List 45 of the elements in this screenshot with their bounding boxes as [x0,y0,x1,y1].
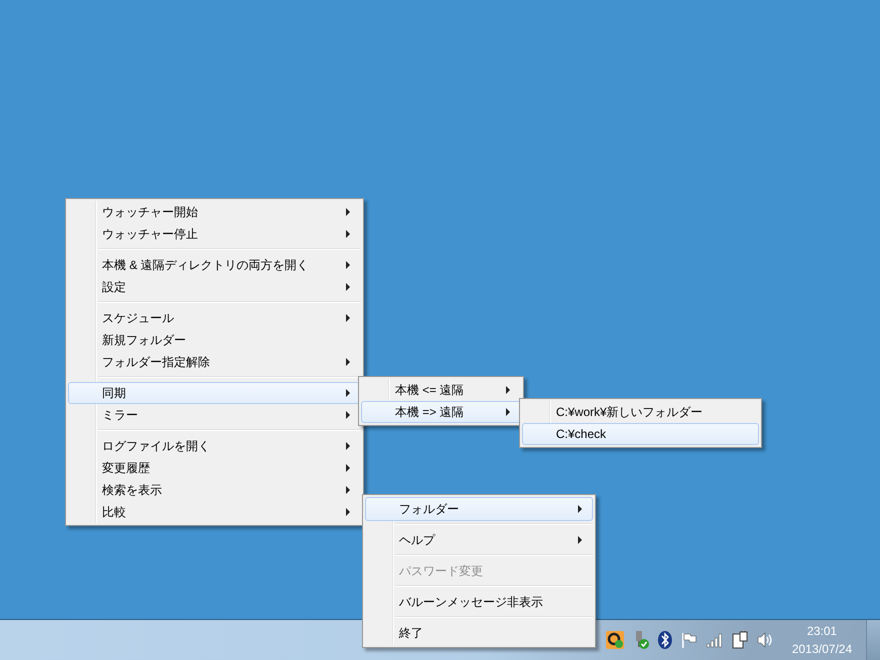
menu-item[interactable]: フォルダー指定解除 [68,351,361,373]
submenu-arrow-icon [346,389,350,397]
menu-item[interactable]: フォルダー [365,497,593,521]
submenu-arrow-icon [346,358,350,366]
menu-item[interactable]: ヘルプ [365,528,593,552]
submenu-arrow-icon [578,505,582,513]
submenu-arrow-icon [346,442,350,450]
submenu-arrow-icon [346,464,350,472]
submenu-arrow-icon [346,230,350,238]
menu-item[interactable]: 本機 <= 遠隔 [361,379,521,401]
menu-item[interactable]: スケジュール [68,307,361,329]
menu-item[interactable]: ウォッチャー停止 [68,223,361,245]
submenu-arrow-icon [506,408,510,416]
menu-item[interactable]: ログファイルを開く [68,435,361,457]
flag-icon[interactable] [680,631,698,649]
menu-item[interactable]: 終了 [365,621,593,645]
speaker-icon[interactable] [756,631,774,649]
menu-item[interactable]: ミラー [68,404,361,426]
submenu-arrow-icon [346,283,350,291]
menu-item[interactable]: 変更履歴 [68,457,361,479]
submenu-arrow-icon [346,508,350,516]
submenu-arrow-icon [346,208,350,216]
clock-time: 23:01 [806,623,837,640]
menu-item[interactable]: C:¥check [522,423,759,445]
menu-item[interactable]: 比較 [68,501,361,523]
bluetooth-icon[interactable] [658,631,672,649]
menu-item[interactable]: C:¥work¥新しいフォルダー [522,401,759,423]
menu-item[interactable]: 検索を表示 [68,479,361,501]
clock-date: 2013/07/24 [792,641,852,658]
menu-item[interactable]: 設定 [68,276,361,298]
power-plug-icon[interactable] [732,631,748,649]
submenu-arrow-icon [346,314,350,322]
tray-app-icon[interactable] [606,631,624,649]
submenu-arrow-icon [346,411,350,419]
menu-item[interactable]: 本機 => 遠隔 [361,401,521,423]
signal-icon[interactable] [706,632,724,648]
submenu-arrow-icon [578,536,582,544]
menu-item[interactable]: 本機 & 遠隔ディレクトリの両方を開く [68,254,361,276]
menu-item[interactable]: 新規フォルダー [68,329,361,351]
menu-item[interactable]: ウォッチャー開始 [68,201,361,223]
submenu-arrow-icon [346,261,350,269]
menu-item[interactable]: 同期 [68,382,361,404]
submenu-arrow-icon [506,386,510,394]
submenu-arrow-icon [346,486,350,494]
menu-item[interactable]: バルーンメッセージ非表示 [365,590,593,614]
